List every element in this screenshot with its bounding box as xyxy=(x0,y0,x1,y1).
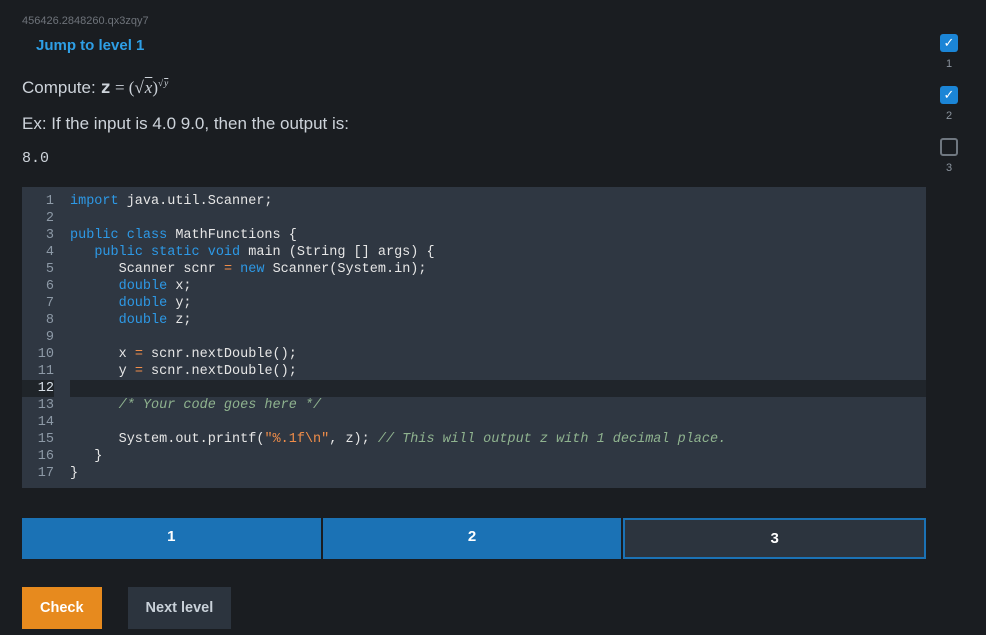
prompt-text: Compute: z = (√x)√y xyxy=(22,64,926,102)
code-line[interactable] xyxy=(70,414,926,431)
code-line[interactable]: x = scnr.nextDouble(); xyxy=(70,346,926,363)
gutter-line-number: 8 xyxy=(22,312,54,329)
progress-item-3[interactable]: 3 xyxy=(940,138,958,174)
prompt-prefix: Compute: xyxy=(22,78,100,97)
code-line[interactable]: public static void main (String [] args)… xyxy=(70,244,926,261)
gutter-line-number: 2 xyxy=(22,210,54,227)
code-line[interactable]: import java.util.Scanner; xyxy=(70,193,926,210)
gutter-line-number: 13 xyxy=(22,397,54,414)
gutter-line-number: 14 xyxy=(22,414,54,431)
gutter-line-number: 16 xyxy=(22,448,54,465)
gutter-line-number: 11 xyxy=(22,363,54,380)
progress-label: 1 xyxy=(946,58,952,70)
gutter-line-number: 15 xyxy=(22,431,54,448)
code-line[interactable]: y = scnr.nextDouble(); xyxy=(70,363,926,380)
gutter-line-number: 4 xyxy=(22,244,54,261)
gutter-line-number: 3 xyxy=(22,227,54,244)
progress-column: ✓1✓23 xyxy=(940,34,958,186)
math-y: y xyxy=(163,79,168,89)
checkbox-icon[interactable] xyxy=(940,138,958,156)
level-tab-3[interactable]: 3 xyxy=(623,518,926,559)
code-editor[interactable]: 1234567891011121314151617 import java.ut… xyxy=(22,187,926,488)
checkmark-icon[interactable]: ✓ xyxy=(940,86,958,104)
progress-label: 2 xyxy=(946,110,952,122)
example-text: Ex: If the input is 4.0 9.0, then the ou… xyxy=(22,102,926,138)
code-line[interactable]: System.out.printf("%.1f\n", z); // This … xyxy=(70,431,926,448)
math-exponent: √y xyxy=(158,79,168,89)
gutter-line-number: 6 xyxy=(22,278,54,295)
code-line[interactable]: /* Your code goes here */ xyxy=(70,397,926,414)
level-tabs: 123 xyxy=(22,518,926,559)
code-line[interactable]: } xyxy=(70,465,926,482)
jump-to-level-link[interactable]: Jump to level 1 xyxy=(0,33,144,64)
gutter-line-number: 1 xyxy=(22,193,54,210)
check-button[interactable]: Check xyxy=(22,587,102,629)
exercise-content: Compute: z = (√x)√y Ex: If the input is … xyxy=(0,64,986,629)
code-line[interactable] xyxy=(70,210,926,227)
code-line[interactable] xyxy=(70,329,926,346)
code-line[interactable]: double y; xyxy=(70,295,926,312)
math-equals: = xyxy=(111,78,129,97)
code-line[interactable]: public class MathFunctions { xyxy=(70,227,926,244)
code-line[interactable] xyxy=(70,380,926,397)
math-var-z: z xyxy=(100,78,110,98)
checkmark-icon[interactable]: ✓ xyxy=(940,34,958,52)
editor-gutter: 1234567891011121314151617 xyxy=(22,187,62,488)
code-line[interactable]: double z; xyxy=(70,312,926,329)
level-tab-2[interactable]: 2 xyxy=(323,518,622,559)
progress-item-1[interactable]: ✓1 xyxy=(940,34,958,70)
progress-item-2[interactable]: ✓2 xyxy=(940,86,958,122)
breadcrumb: 456426.2848260.qx3zqy7 xyxy=(0,0,986,33)
gutter-line-number: 5 xyxy=(22,261,54,278)
next-level-button[interactable]: Next level xyxy=(128,587,232,629)
code-line[interactable]: } xyxy=(70,448,926,465)
gutter-line-number: 17 xyxy=(22,465,54,482)
gutter-line-number: 9 xyxy=(22,329,54,346)
level-tab-1[interactable]: 1 xyxy=(22,518,321,559)
code-line[interactable]: Scanner scnr = new Scanner(System.in); xyxy=(70,261,926,278)
math-sqrt-base-icon: √ xyxy=(134,78,143,97)
action-buttons: Check Next level xyxy=(22,587,926,629)
example-output: 8.0 xyxy=(22,138,926,183)
gutter-line-number: 12 xyxy=(22,380,54,397)
editor-code-area[interactable]: import java.util.Scanner; public class Ma… xyxy=(66,187,926,488)
gutter-line-number: 7 xyxy=(22,295,54,312)
code-line[interactable]: double x; xyxy=(70,278,926,295)
progress-label: 3 xyxy=(946,162,952,174)
gutter-line-number: 10 xyxy=(22,346,54,363)
prompt-math: z = (√x)√y xyxy=(100,78,168,97)
